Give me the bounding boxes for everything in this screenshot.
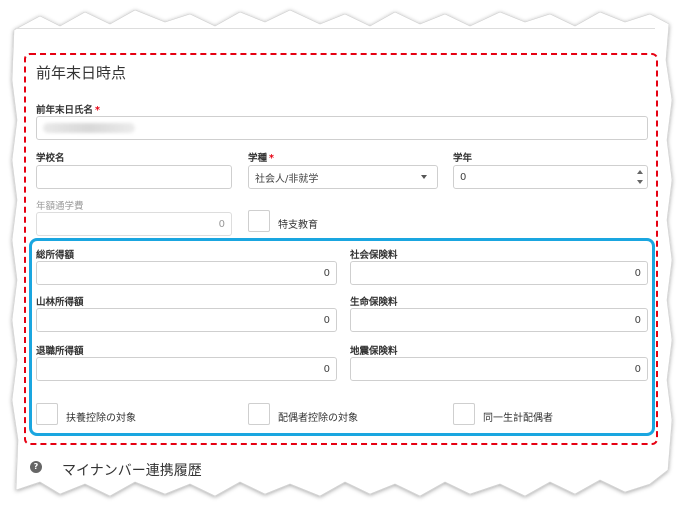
social-insurance-input[interactable]: 0	[350, 261, 648, 285]
social-insurance-label: 社会保険料	[350, 250, 398, 261]
name-label: 前年末日氏名 *	[36, 105, 100, 116]
chevron-down-icon	[421, 175, 427, 179]
name-input[interactable]	[36, 116, 648, 140]
forest-income-label: 山林所得額	[36, 297, 84, 308]
retirement-income-label: 退職所得額	[36, 346, 84, 357]
school-input[interactable]	[36, 165, 232, 189]
spouse-deduction-checkbox[interactable]	[248, 403, 270, 425]
top-divider	[15, 28, 655, 29]
grade-stepper[interactable]: 0	[453, 165, 648, 189]
dependent-deduction-label: 扶養控除の対象	[66, 413, 136, 424]
life-insurance-label: 生命保険料	[350, 297, 398, 308]
school-label: 学校名	[36, 153, 65, 164]
annual-tuition-label: 年額通学費	[36, 201, 84, 212]
redacted-value	[43, 123, 135, 133]
special-education-checkbox[interactable]	[248, 210, 270, 232]
earthquake-insurance-label: 地震保険料	[350, 346, 398, 357]
school-type-label: 学種 *	[248, 153, 274, 164]
life-insurance-input[interactable]: 0	[350, 308, 648, 332]
total-income-label: 総所得額	[36, 250, 75, 261]
grade-label: 学年	[453, 153, 473, 164]
stepper-arrows-icon[interactable]	[636, 169, 644, 185]
dependent-deduction-checkbox[interactable]	[36, 403, 58, 425]
earthquake-insurance-input[interactable]: 0	[350, 357, 648, 381]
section-title: 前年末日時点	[36, 64, 127, 82]
retirement-income-input[interactable]: 0	[36, 357, 337, 381]
annual-tuition-input[interactable]: 0	[36, 212, 232, 236]
total-income-input[interactable]: 0	[36, 261, 337, 285]
same-household-spouse-label: 同一生計配偶者	[483, 413, 553, 424]
same-household-spouse-checkbox[interactable]	[453, 403, 475, 425]
help-icon[interactable]: ?	[30, 461, 42, 473]
my-number-history-title[interactable]: マイナンバー連携履歴	[62, 460, 202, 480]
spouse-deduction-label: 配偶者控除の対象	[278, 413, 358, 424]
special-education-label: 特支教育	[278, 220, 318, 231]
school-type-select[interactable]: 社会人/非就学	[248, 165, 438, 189]
forest-income-input[interactable]: 0	[36, 308, 337, 332]
